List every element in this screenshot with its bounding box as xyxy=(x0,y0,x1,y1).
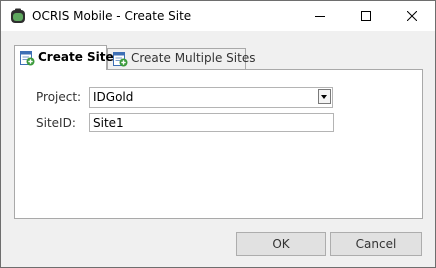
siteid-input[interactable] xyxy=(89,113,334,132)
project-select-value: IDGold xyxy=(93,90,134,104)
create-site-panel: Project: IDGold SiteID: xyxy=(14,69,423,219)
minimize-button[interactable] xyxy=(297,1,343,31)
tab-create-site-label: Create Site xyxy=(38,50,114,64)
project-select[interactable]: IDGold xyxy=(89,87,333,108)
cancel-button[interactable]: Cancel xyxy=(330,232,422,256)
close-icon xyxy=(407,11,417,21)
tab-create-multiple-sites-label: Create Multiple Sites xyxy=(131,51,256,65)
window-title: OCRIS Mobile - Create Site xyxy=(32,9,192,23)
maximize-icon xyxy=(361,11,371,21)
ok-button[interactable]: OK xyxy=(236,232,326,256)
app-logo-icon xyxy=(11,8,25,23)
create-multiple-sites-icon xyxy=(113,52,128,67)
project-label: Project: xyxy=(36,90,82,104)
chevron-down-icon[interactable] xyxy=(318,89,331,104)
tab-create-multiple-sites[interactable]: Create Multiple Sites xyxy=(107,48,255,69)
close-button[interactable] xyxy=(389,1,435,31)
title-bar[interactable]: OCRIS Mobile - Create Site xyxy=(1,1,435,31)
create-site-icon xyxy=(20,51,35,66)
siteid-label: SiteID: xyxy=(36,116,76,130)
maximize-button[interactable] xyxy=(343,1,389,31)
tab-create-site[interactable]: Create Site xyxy=(14,45,114,70)
minimize-icon xyxy=(315,16,325,17)
create-site-dialog: OCRIS Mobile - Create Site Create Site C… xyxy=(0,0,436,268)
